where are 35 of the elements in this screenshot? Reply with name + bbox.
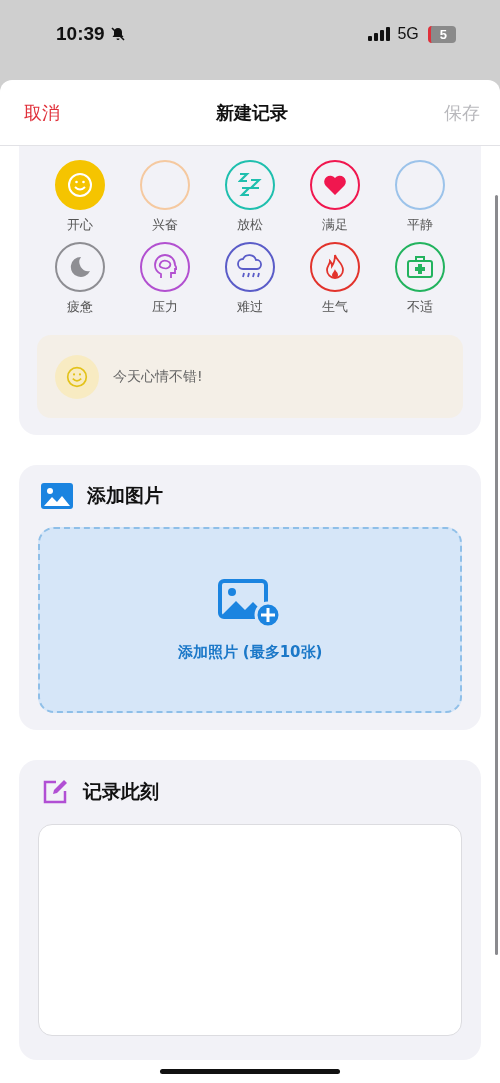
- head-brain-icon: [152, 254, 177, 280]
- add-photo-button[interactable]: 添加照片 (最多10张): [38, 527, 462, 713]
- moon-icon: [68, 256, 91, 278]
- mood-option[interactable]: 压力: [122, 242, 208, 316]
- battery-indicator: 5: [427, 25, 456, 43]
- note-input-field[interactable]: [38, 824, 462, 1036]
- photo-section-title: 添加图片: [87, 483, 163, 508]
- mood-hint-text: 今天心情不错!: [113, 367, 203, 386]
- sheet-title: 新建记录: [216, 100, 288, 125]
- heart-icon: [323, 174, 348, 196]
- muted-bell-icon: [109, 26, 126, 42]
- sleep-z-icon: [238, 172, 262, 198]
- edit-icon: [41, 778, 69, 806]
- mood-option[interactable]: 疲惫: [37, 242, 123, 316]
- signal-icon: [368, 27, 391, 41]
- cancel-button[interactable]: 取消: [24, 100, 60, 125]
- add-image-icon: [218, 578, 282, 629]
- mood-option[interactable]: 平静: [377, 160, 463, 234]
- status-time: 10:39: [56, 23, 105, 45]
- note-section-title: 记录此刻: [83, 779, 159, 804]
- mood-option[interactable]: 生气: [292, 242, 378, 316]
- mood-option[interactable]: 难过: [207, 242, 293, 316]
- mood-option[interactable]: 不适: [377, 242, 463, 316]
- rain-cloud-icon: [236, 254, 264, 280]
- scroll-bar[interactable]: [495, 195, 498, 955]
- mood-option[interactable]: 兴奋: [122, 160, 208, 234]
- mood-option[interactable]: 满足: [292, 160, 378, 234]
- mood-option[interactable]: 开心: [37, 160, 123, 234]
- mood-option[interactable]: 放松: [207, 160, 293, 234]
- first-aid-kit-icon: [406, 255, 435, 279]
- image-icon: [41, 483, 73, 509]
- network-label: 5G: [397, 25, 419, 43]
- smiley-icon: [66, 172, 93, 198]
- smiley-icon: [55, 354, 99, 399]
- flame-icon: [325, 254, 346, 280]
